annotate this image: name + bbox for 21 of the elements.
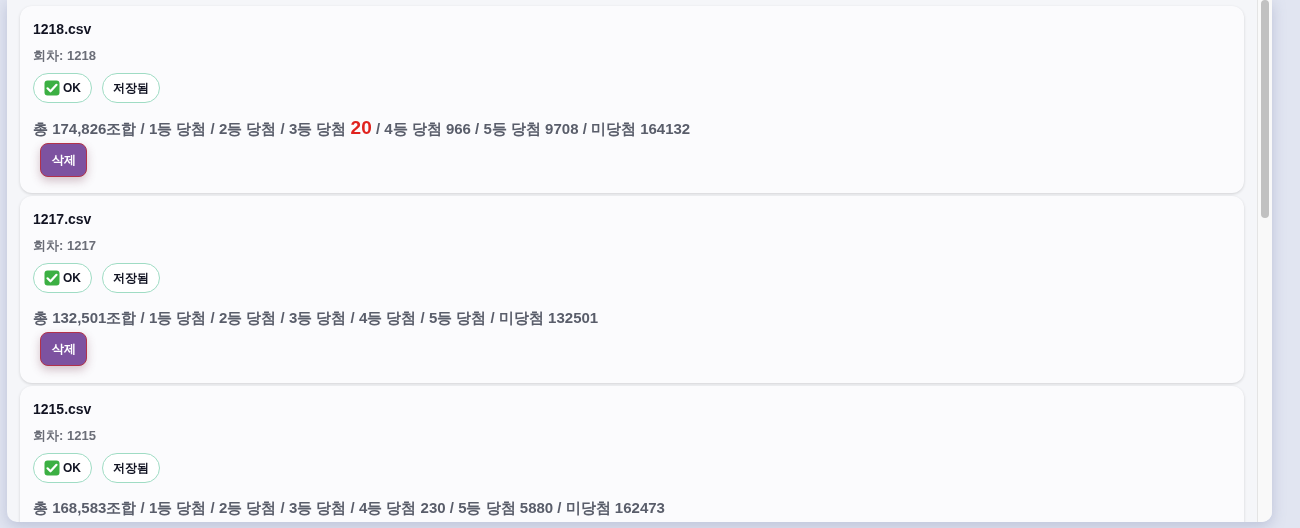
check-box-icon [44, 270, 60, 286]
summary-text: 총 168,583조합 / 1등 당첨 / 2등 당첨 / 3등 당첨 / 4등 당첨 230 / 5등 당첨 5880 / 미당첨 162473 [33, 498, 666, 518]
delete-button[interactable]: 삭제 [40, 332, 87, 366]
round-label: 회차: 1217 [33, 238, 97, 254]
status-text: OK [63, 81, 81, 95]
file-name: 1217.csv [33, 211, 93, 228]
check-box-icon [44, 460, 60, 476]
saved-chip: 저장됨 [102, 453, 160, 483]
delete-button[interactable]: 삭제 [40, 143, 87, 177]
round-label: 회차: 1218 [33, 48, 97, 64]
summary-text: 총 174,826조합 / 1등 당첨 / 2등 당첨 / 3등 당첨 20 / 4등 당첨 966 / 5등 당첨 9708 / 미당첨 164132 [33, 117, 692, 140]
file-name: 1215.csv [33, 401, 93, 418]
round-label: 회차: 1215 [33, 428, 97, 444]
summary-text: 총 132,501조합 / 1등 당첨 / 2등 당첨 / 3등 당첨 / 4등 당첨 / 5등 당첨 / 미당첨 132501 [33, 308, 600, 328]
file-name: 1218.csv [33, 21, 93, 38]
scrollbar[interactable] [1257, 0, 1272, 522]
saved-chip: 저장됨 [102, 73, 160, 103]
status-text: OK [63, 461, 81, 475]
status-text: OK [63, 271, 81, 285]
check-box-icon [44, 80, 60, 96]
saved-chip: 저장됨 [102, 263, 160, 293]
